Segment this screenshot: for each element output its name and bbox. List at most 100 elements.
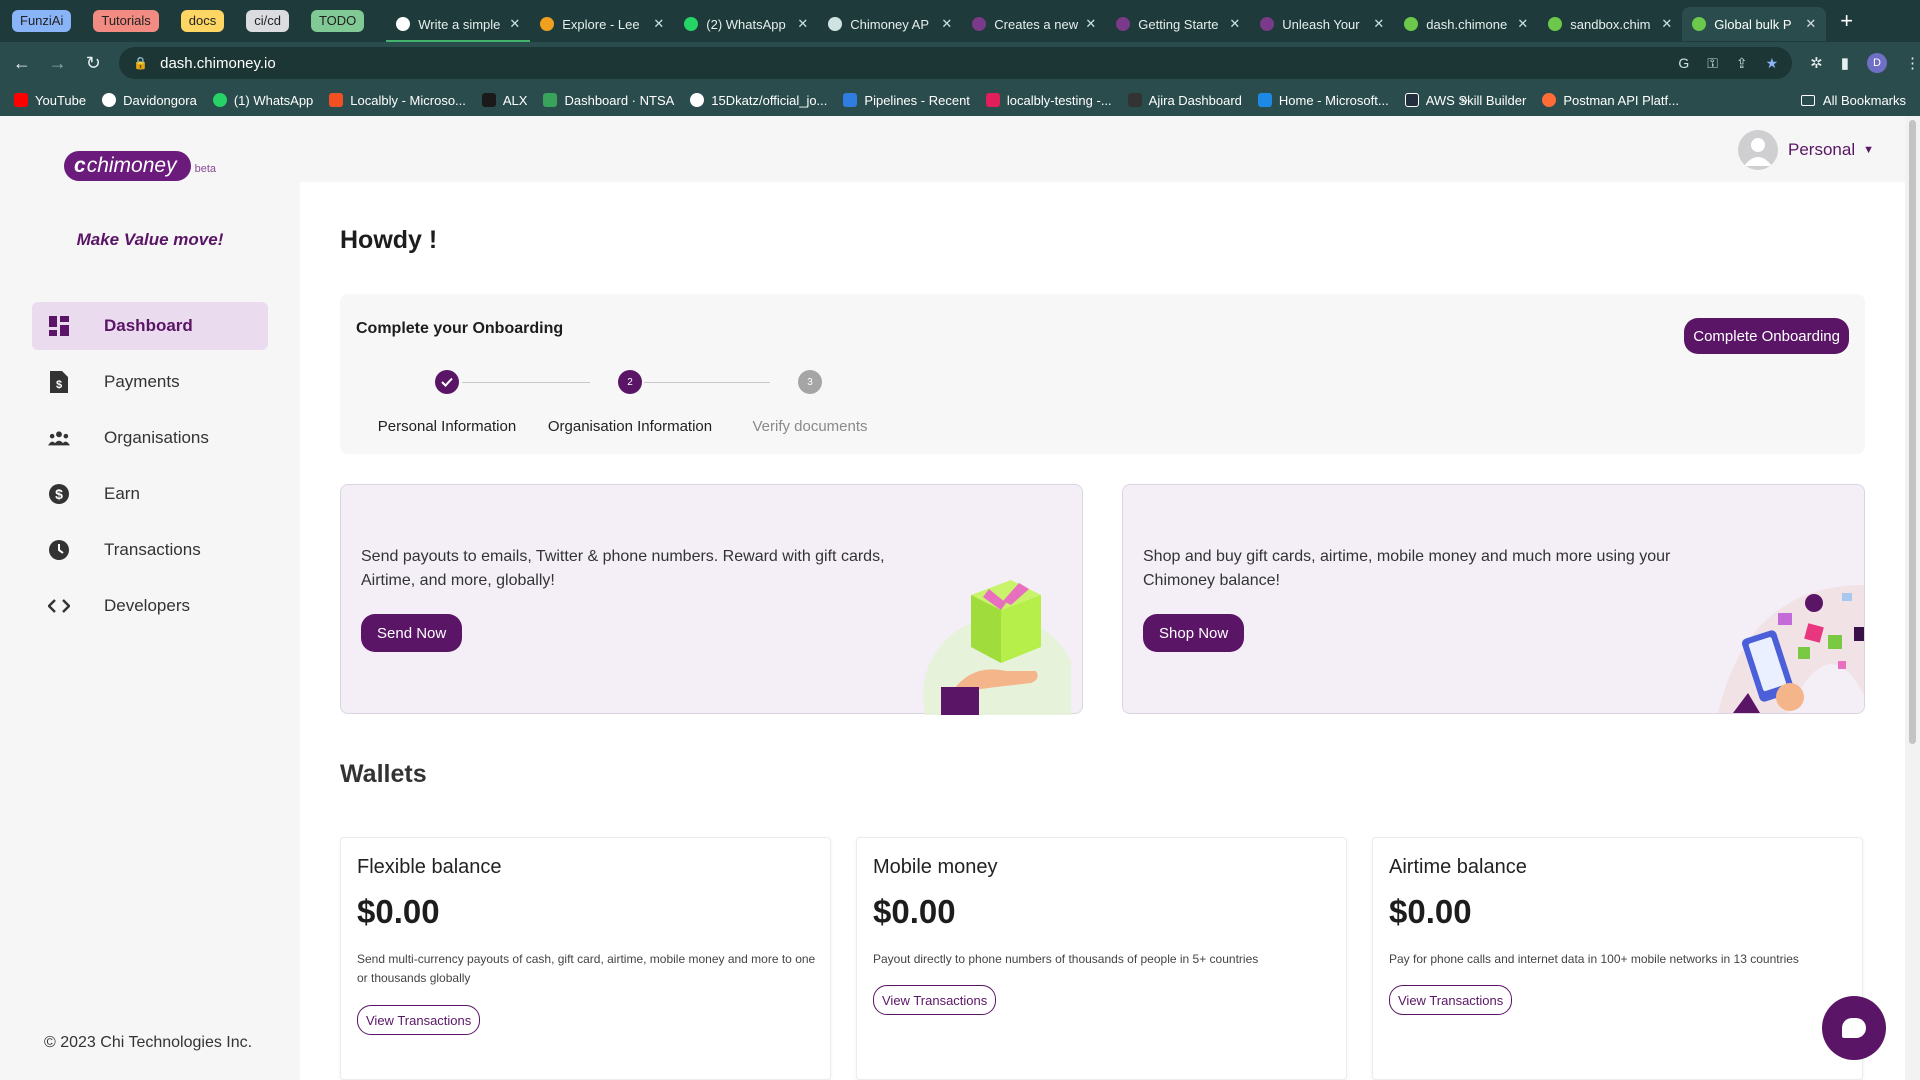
close-icon[interactable]: ✕ — [1373, 16, 1384, 32]
bookmark[interactable]: Dashboard · NTSA — [543, 93, 674, 108]
forward-icon[interactable]: → — [44, 53, 72, 74]
wallet-amount: $0.00 — [1389, 893, 1472, 930]
view-transactions-button[interactable]: View Transactions — [873, 985, 997, 1015]
sidebar-item-payments[interactable]: $ Payments — [32, 358, 268, 406]
close-icon[interactable]: ✕ — [797, 16, 808, 32]
bookmark[interactable]: localbly-testing -... — [985, 93, 1112, 108]
step-connector — [462, 382, 590, 383]
complete-onboarding-button[interactable]: Complete Onboarding — [1684, 318, 1849, 354]
shop-now-button[interactable]: Shop Now — [1143, 614, 1245, 652]
google-icon[interactable]: G — [1678, 55, 1689, 71]
close-icon[interactable]: ✕ — [941, 16, 952, 32]
bookmark[interactable]: (1) WhatsApp — [212, 92, 314, 108]
bookmark-label: ALX — [502, 92, 528, 108]
alx-icon — [481, 93, 496, 107]
tab-group-chip[interactable]: ci/cd — [246, 10, 289, 32]
browser-tab[interactable]: dash.chimone ✕ — [1394, 7, 1538, 41]
view-transactions-button[interactable]: View Transactions — [1389, 985, 1513, 1015]
ajira-icon — [1127, 93, 1142, 107]
bookmark-label: (1) WhatsApp — [233, 92, 314, 108]
bookmark[interactable]: Ajira Dashboard — [1127, 93, 1242, 108]
browser-tab-strip: FunziAi Tutorials docs ci/cd TODO Write … — [0, 0, 1920, 43]
key-icon[interactable]: ⚿ — [1707, 55, 1718, 72]
all-bookmarks-button[interactable]: All Bookmarks — [1800, 84, 1906, 116]
new-tab-icon[interactable]: + — [1840, 8, 1853, 34]
back-icon[interactable]: ← — [8, 53, 36, 74]
extensions-icon[interactable]: ✲ — [1810, 54, 1823, 72]
tab-group-chip[interactable]: TODO — [310, 10, 365, 32]
bookmark[interactable]: Postman API Platf... — [1542, 93, 1679, 108]
microsoft-learn-icon — [1257, 93, 1272, 107]
bookmark-label: 15Dkatz/official_jo... — [711, 92, 828, 108]
browser-tab[interactable]: (2) WhatsApp ✕ — [674, 7, 818, 41]
browser-tab[interactable]: Unleash Your ✕ — [1250, 7, 1394, 41]
logo-text: chimoney — [86, 154, 177, 177]
bookmark-label: YouTube — [35, 92, 87, 108]
profile-label: Personal — [1788, 140, 1856, 159]
browser-tab-active[interactable]: Global bulk P ✕ — [1682, 7, 1827, 41]
tab-title: Explore - Lee — [562, 16, 640, 32]
reload-icon[interactable]: ↻ — [79, 53, 107, 74]
browser-tab[interactable]: sandbox.chim ✕ — [1538, 7, 1682, 41]
bookmark[interactable]: 15Dkatz/official_jo... — [690, 93, 827, 108]
close-icon[interactable]: ✕ — [1517, 16, 1528, 32]
profile-menu[interactable]: Personal ▼ — [1738, 130, 1874, 170]
lock-icon[interactable]: 🔒 — [133, 56, 148, 70]
share-icon[interactable]: ⇪ — [1736, 55, 1748, 72]
address-bar[interactable]: 🔒 dash.chimoney.io G ⚿ ⇪ ★ — [119, 47, 1793, 79]
browser-tab[interactable]: Creates a new ✕ — [962, 7, 1106, 41]
sidebar-item-earn[interactable]: $ Earn — [32, 470, 268, 518]
close-icon[interactable]: ✕ — [1805, 16, 1816, 32]
bookmark-label: Davidongora — [123, 92, 197, 108]
menu-icon[interactable]: ⋮ — [1905, 54, 1920, 72]
bookmark[interactable]: YouTube — [14, 93, 86, 108]
shopping-illustration — [1718, 585, 1864, 713]
github-icon — [396, 17, 411, 31]
bookmark-label: Dashboard · NTSA — [564, 92, 675, 108]
browser-tab[interactable]: Getting Starte ✕ — [1106, 7, 1250, 41]
profile-avatar[interactable]: D — [1867, 53, 1888, 73]
url-text[interactable]: dash.chimoney.io — [160, 55, 1660, 72]
whatsapp-icon — [212, 93, 227, 107]
close-icon[interactable]: ✕ — [1229, 16, 1240, 32]
side-panel-icon[interactable]: ▮ — [1841, 54, 1849, 72]
view-transactions-button[interactable]: View Transactions — [357, 1005, 481, 1035]
close-icon[interactable]: ✕ — [1661, 16, 1672, 32]
close-icon[interactable]: ✕ — [1085, 16, 1096, 32]
sidebar-item-dashboard[interactable]: Dashboard — [32, 302, 268, 350]
chimoney-icon — [1404, 17, 1419, 31]
svg-text:$: $ — [55, 486, 63, 502]
aws-icon — [1404, 93, 1419, 107]
sidebar-item-developers[interactable]: Developers — [32, 582, 268, 630]
browser-tab[interactable]: Explore - Lee ✕ — [530, 7, 674, 41]
sidebar-item-label: Organisations — [104, 428, 209, 447]
browser-tab[interactable]: Chimoney AP ✕ — [818, 7, 962, 41]
chat-launcher-button[interactable] — [1822, 996, 1886, 1060]
bookmark[interactable]: ALX — [481, 92, 528, 108]
send-now-button[interactable]: Send Now — [361, 614, 463, 652]
star-icon[interactable]: ★ — [1766, 55, 1779, 72]
tab-title: (2) WhatsApp — [706, 16, 786, 32]
sidebar-item-organisations[interactable]: Organisations — [32, 414, 268, 462]
bookmark[interactable]: Pipelines - Recent — [843, 93, 970, 108]
bookmark[interactable]: Localbly - Microso... — [329, 93, 466, 108]
close-icon[interactable]: ✕ — [509, 16, 520, 32]
scrollbar-thumb[interactable] — [1909, 120, 1916, 744]
tab-title: Chimoney AP — [850, 16, 930, 32]
more-bookmarks-icon[interactable]: » — [1461, 92, 1468, 107]
bookmark[interactable]: Davidongora — [102, 93, 197, 108]
close-icon[interactable]: ✕ — [653, 16, 664, 32]
tab-group-chip[interactable]: Tutorials — [93, 10, 159, 32]
wallet-description: Send multi-currency payouts of cash, gif… — [357, 952, 816, 985]
sidebar-item-transactions[interactable]: Transactions — [32, 526, 268, 574]
beta-badge: beta — [194, 163, 216, 175]
bookmark[interactable]: Home - Microsoft... — [1257, 92, 1389, 108]
chimoney-logo[interactable]: c chimoney beta — [64, 151, 216, 181]
page-scrollbar[interactable] — [1905, 116, 1920, 1080]
microsoft-icon — [329, 93, 344, 107]
tab-group-chip[interactable]: FunziAi — [12, 10, 72, 32]
tab-group-chip[interactable]: docs — [180, 10, 225, 32]
sidebar-item-label: Earn — [104, 484, 140, 503]
browser-tab[interactable]: Write a simple ✕ — [386, 7, 531, 43]
bookmark-label: Home - Microsoft... — [1278, 92, 1389, 108]
